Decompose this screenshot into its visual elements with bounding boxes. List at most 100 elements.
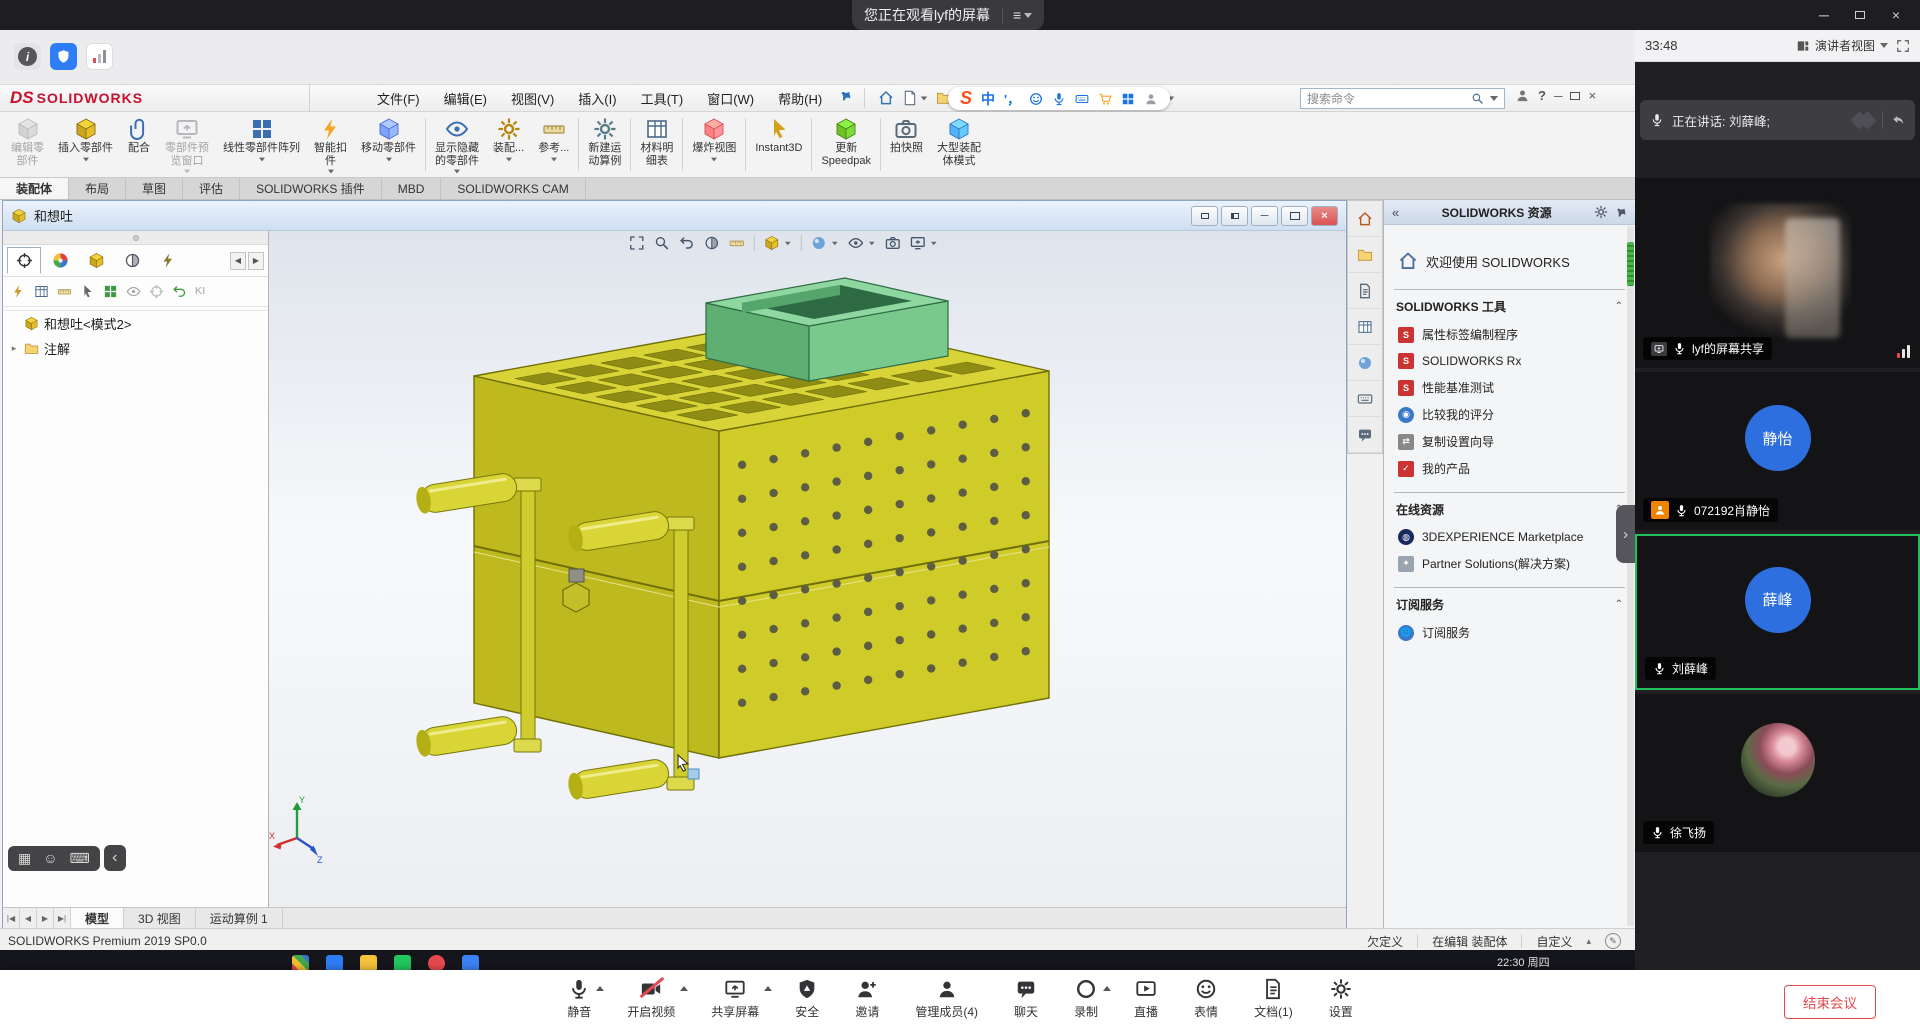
sogou-ime-bar[interactable]: S 中 '，: [948, 87, 1170, 110]
tab-nav-next[interactable]: ▶: [37, 908, 54, 928]
invite-button[interactable]: 邀请: [855, 978, 879, 1020]
manage-members-button[interactable]: 管理成员(4): [915, 978, 978, 1020]
sidebar-toggle[interactable]: ›: [1616, 505, 1635, 563]
participant-tile-xufeiyang[interactable]: 徐飞扬: [1635, 694, 1920, 852]
taskpane-appearances-tab[interactable]: [1348, 345, 1382, 381]
tab-configurationmanager[interactable]: [79, 247, 113, 274]
cmd-linear-pattern[interactable]: 线性零部件阵列: [216, 112, 307, 177]
home-button[interactable]: [875, 88, 897, 108]
status-custom[interactable]: 自定义: [1536, 933, 1572, 950]
fm-tab-left[interactable]: ◀: [230, 252, 246, 270]
ime-cart-icon[interactable]: [1098, 92, 1112, 106]
doc-minimize-button[interactable]: ─: [1251, 206, 1278, 226]
security-button[interactable]: 安全: [795, 978, 819, 1020]
welcome-link[interactable]: 欢迎使用 SOLIDWORKS: [1384, 225, 1635, 289]
mute-button[interactable]: 静音: [567, 978, 591, 1020]
item-copy-settings-wizard[interactable]: ⇄复制设置向导: [1396, 428, 1623, 455]
help-button[interactable]: ?: [1538, 88, 1546, 103]
item-solidworks-rx[interactable]: SSOLIDWORKS Rx: [1396, 348, 1623, 374]
record-button[interactable]: 录制: [1074, 978, 1098, 1020]
filter-measure-icon[interactable]: [57, 284, 72, 299]
taskbar-wechat-icon[interactable]: [394, 955, 411, 972]
maximize-button[interactable]: [1842, 0, 1878, 30]
taskbar-folder-icon[interactable]: [360, 955, 377, 972]
cmd-show-hidden[interactable]: 显示隐藏的零部件: [428, 112, 486, 177]
filter-select-icon[interactable]: [80, 284, 95, 299]
cmd-smart-fasteners[interactable]: 智能扣件: [307, 112, 354, 177]
cmd-bill-of-materials[interactable]: 材料明细表: [633, 112, 680, 177]
item-partner-solutions[interactable]: ✦Partner Solutions(解决方案): [1396, 550, 1623, 577]
ime-keyboard-icon[interactable]: [1075, 92, 1089, 106]
filter-window-icon[interactable]: [34, 284, 49, 299]
reactions-button[interactable]: 表情: [1194, 978, 1218, 1020]
menu-help[interactable]: 帮助(H): [766, 85, 834, 112]
taskbar-app-icon[interactable]: [326, 955, 343, 972]
cmd-large-assembly-mode[interactable]: 大型装配体模式: [930, 112, 988, 177]
taskbar-record-icon[interactable]: [428, 955, 445, 972]
ime-emoji-icon[interactable]: [1029, 92, 1043, 106]
share-screen-button[interactable]: 共享屏幕: [711, 978, 759, 1020]
tab-dimxpertmanager[interactable]: [115, 247, 149, 274]
filter-grab-icon[interactable]: [103, 284, 118, 299]
collapse-mini-toolbar[interactable]: ‹: [104, 845, 126, 871]
cmd-exploded-view[interactable]: 爆炸视图: [685, 112, 743, 177]
cmd-assembly-features[interactable]: 装配...: [486, 112, 531, 177]
mute-options-caret[interactable]: [596, 986, 604, 991]
item-compare-score[interactable]: ◉比较我的评分: [1396, 401, 1623, 428]
taskbar-app-icon[interactable]: [292, 955, 309, 972]
watching-banner[interactable]: 您正在观看lyf的屏幕 ≡: [852, 0, 1044, 30]
cmd-instant3d[interactable]: Instant3D: [748, 112, 809, 177]
participant-tile-screenshare[interactable]: lyf的屏幕共享: [1635, 178, 1920, 368]
tab-propertymanager[interactable]: [43, 247, 77, 274]
panel-splitter[interactable]: [3, 231, 268, 245]
cmd-take-snapshot[interactable]: 拍快照: [883, 112, 930, 177]
filter-flyout-icon[interactable]: [11, 284, 26, 299]
task-pane-scrollbar[interactable]: [1627, 226, 1634, 926]
3d-model[interactable]: Y X Z: [269, 231, 1346, 907]
filter-ki-icon[interactable]: KI: [195, 286, 205, 297]
cmd-mate[interactable]: 配合: [120, 112, 158, 177]
item-property-tab-builder[interactable]: S属性标签编制程序: [1396, 321, 1623, 348]
tab-model[interactable]: 模型: [71, 908, 124, 928]
return-icon[interactable]: [1891, 113, 1905, 127]
item-subscription-service[interactable]: 🌐订阅服务: [1396, 619, 1623, 646]
taskpane-custom-properties-tab[interactable]: [1348, 381, 1382, 417]
cmd-update-speedpak[interactable]: 更新Speedpak: [814, 112, 878, 177]
doc-cascade-button[interactable]: [1191, 206, 1218, 226]
graphics-viewport[interactable]: Y X Z: [269, 231, 1346, 907]
menu-view[interactable]: 视图(V): [499, 85, 566, 112]
tab-featuremanager[interactable]: [7, 247, 41, 274]
ime-tools-icon[interactable]: [1144, 92, 1158, 106]
docs-button[interactable]: 文档(1): [1254, 978, 1293, 1020]
status-caret[interactable]: ▴: [1586, 936, 1591, 947]
tab-assembly[interactable]: 装配体: [0, 178, 69, 199]
tab-cam[interactable]: SOLIDWORKS CAM: [441, 178, 585, 199]
item-my-products[interactable]: ✓我的产品: [1396, 455, 1623, 482]
item-3dexperience-marketplace[interactable]: ◍3DEXPERIENCE Marketplace: [1396, 524, 1623, 550]
tree-annotations[interactable]: ▸ 注解: [3, 336, 268, 361]
cmd-new-motion-study[interactable]: 新建运动算例: [581, 112, 628, 177]
tab-nav-last[interactable]: ▶|: [54, 908, 71, 928]
tab-displaymanager[interactable]: [151, 247, 185, 274]
filter-target-icon[interactable]: [149, 284, 164, 299]
ime-punctuation[interactable]: '，: [1004, 89, 1020, 108]
chat-button[interactable]: 聊天: [1014, 978, 1038, 1020]
cmd-component-preview[interactable]: 零部件预览窗口: [158, 112, 216, 177]
gallery-view-icon[interactable]: ▦: [18, 850, 31, 867]
menu-edit[interactable]: 编辑(E): [432, 85, 499, 112]
close-button[interactable]: ×: [1878, 0, 1914, 30]
share-options-caret[interactable]: [764, 986, 772, 991]
filter-eye-icon[interactable]: [126, 284, 141, 299]
item-performance-benchmark[interactable]: S性能基准测试: [1396, 374, 1623, 401]
info-button[interactable]: i: [14, 43, 41, 70]
expand-arrow-icon[interactable]: ▸: [9, 343, 19, 354]
minimize-button[interactable]: ─: [1806, 0, 1842, 30]
tab-sketch[interactable]: 草图: [126, 178, 183, 199]
login-user-icon[interactable]: [1515, 88, 1530, 103]
collapse-section-icon[interactable]: ⌃: [1615, 599, 1623, 610]
cmd-move-component[interactable]: 移动零部件: [354, 112, 423, 177]
taskpane-design-library-tab[interactable]: [1348, 237, 1382, 273]
collapse-pane-button[interactable]: «: [1392, 205, 1399, 220]
taskbar-share-icon[interactable]: [462, 955, 479, 972]
sw-minimize[interactable]: ─: [1554, 89, 1563, 103]
